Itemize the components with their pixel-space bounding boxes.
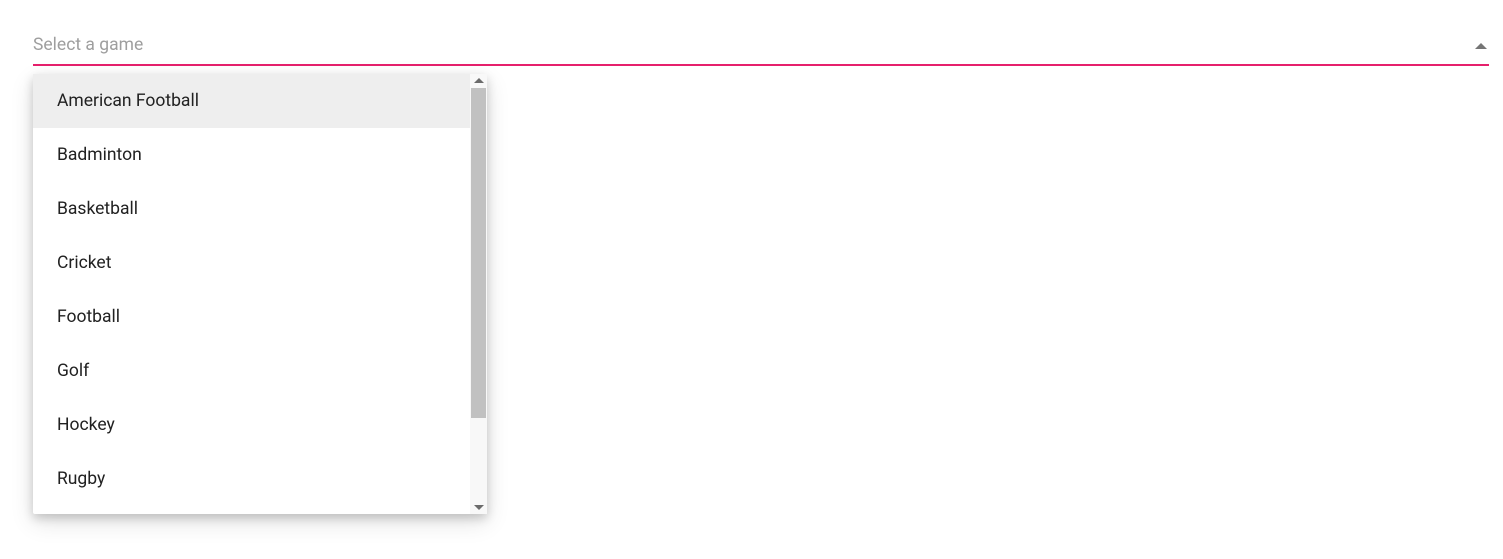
option-football[interactable]: Football — [33, 290, 470, 344]
scroll-up-icon[interactable] — [474, 78, 484, 83]
option-badminton[interactable]: Badminton — [33, 128, 470, 182]
scroll-track[interactable] — [471, 88, 486, 500]
option-hockey[interactable]: Hockey — [33, 398, 470, 452]
option-golf[interactable]: Golf — [33, 344, 470, 398]
option-american-football[interactable]: American Football — [33, 74, 470, 128]
options-list: American Football Badminton Basketball C… — [33, 74, 470, 514]
scroll-down-icon[interactable] — [474, 505, 484, 510]
game-select-dropdown: American Football Badminton Basketball C… — [33, 74, 487, 514]
game-select[interactable]: Select a game — [33, 28, 1489, 66]
chevron-up-icon — [1475, 43, 1487, 49]
dropdown-scrollbar[interactable] — [470, 74, 487, 514]
option-basketball[interactable]: Basketball — [33, 182, 470, 236]
option-cricket[interactable]: Cricket — [33, 236, 470, 290]
scroll-thumb[interactable] — [471, 88, 486, 418]
select-placeholder: Select a game — [33, 37, 143, 55]
option-rugby[interactable]: Rugby — [33, 452, 470, 506]
